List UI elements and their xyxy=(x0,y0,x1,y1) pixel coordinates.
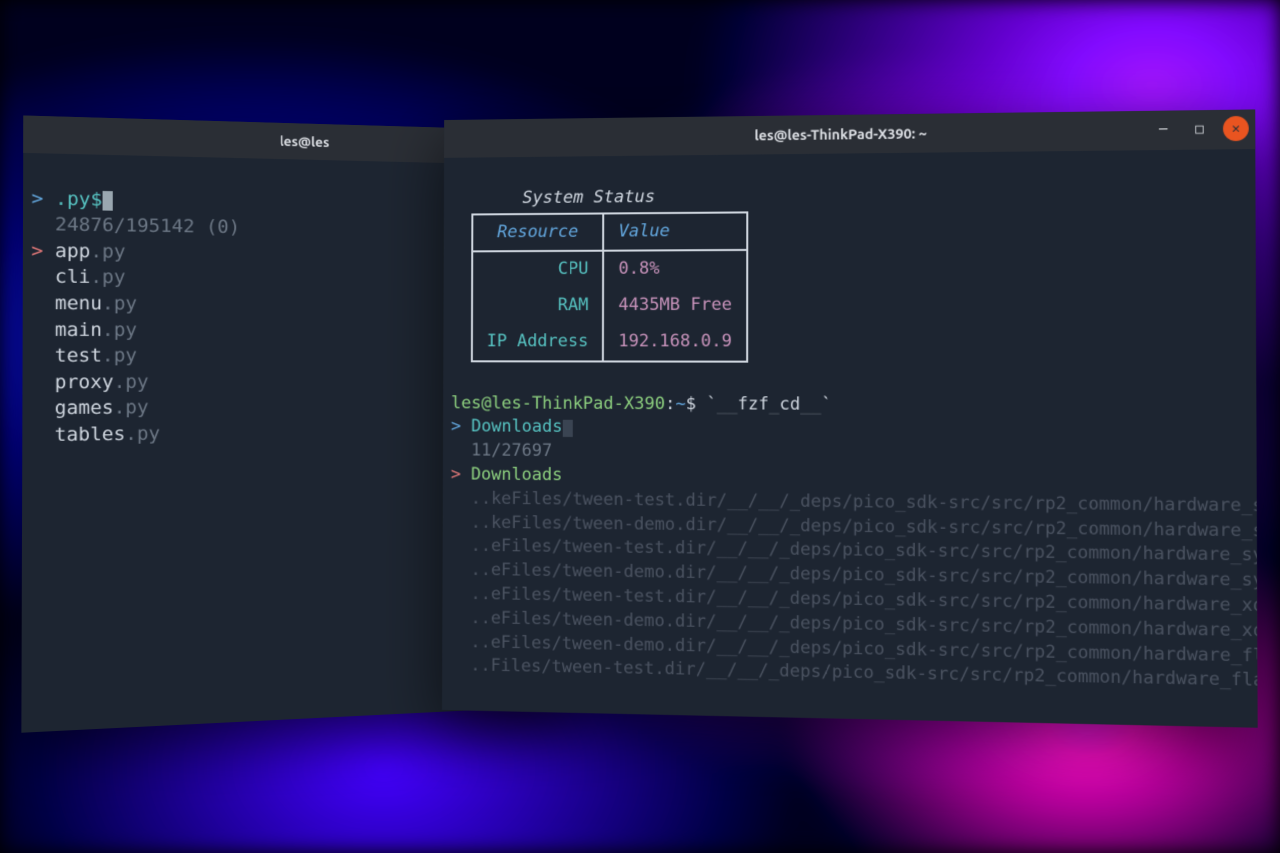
prompt-path: ~ xyxy=(675,394,685,414)
table-header-value: Value xyxy=(604,212,748,251)
window-title: les@les-ThinkPad-X390: ~ xyxy=(444,121,1255,147)
fzf-selected-item[interactable]: Downloads xyxy=(471,464,562,485)
table-row: IP Address 192.168.0.9 xyxy=(472,324,747,361)
resource-value: 4435MB Free xyxy=(603,288,747,324)
resource-value: 0.8% xyxy=(603,250,747,288)
system-status-heading: System Status xyxy=(452,187,655,209)
maximize-button[interactable]: □ xyxy=(1187,116,1213,141)
terminal-body[interactable]: System Status Resource Value CPU 0.8% RA… xyxy=(442,149,1258,751)
text-cursor xyxy=(102,191,112,211)
resource-label: RAM xyxy=(472,288,603,324)
resource-label: CPU xyxy=(472,251,603,288)
prompt-sep: : xyxy=(665,394,675,414)
fzf-prompt-chevron: > xyxy=(451,417,461,437)
fzf-count: 24876/195142 (0) xyxy=(31,213,240,238)
fzf-selected-item[interactable]: app.py xyxy=(55,240,125,262)
system-status-table: Resource Value CPU 0.8% RAM 4435MB Free … xyxy=(471,211,748,362)
desktop-scene: les@les > .py$ 24876/195142 (0) > app.py… xyxy=(0,0,1280,853)
table-row: RAM 4435MB Free xyxy=(472,288,747,325)
window-controls: ─ □ ✕ xyxy=(1150,116,1248,142)
resource-value: 192.168.0.9 xyxy=(603,324,747,361)
terminal-window-right[interactable]: les@les-ThinkPad-X390: ~ ─ □ ✕ System St… xyxy=(442,110,1258,728)
fzf-query-input[interactable]: .py$ xyxy=(55,188,102,210)
prompt-user-host: les@les-ThinkPad-X390 xyxy=(451,393,665,414)
close-button[interactable]: ✕ xyxy=(1223,116,1249,141)
fzf-prompt-chevron: > xyxy=(31,187,43,209)
fzf-count: 11/27697 xyxy=(451,440,552,461)
minimize-button[interactable]: ─ xyxy=(1150,117,1176,142)
text-cursor xyxy=(562,419,572,437)
prompt-command[interactable]: `__fzf_cd__` xyxy=(706,394,831,415)
fzf-selected-chevron: > xyxy=(31,240,43,262)
table-row: CPU 0.8% xyxy=(472,250,747,288)
fzf-selected-chevron: > xyxy=(451,464,461,484)
fzf-query-input[interactable]: Downloads xyxy=(471,417,562,438)
table-header-resource: Resource xyxy=(472,213,603,252)
shell-prompt-line[interactable]: les@les-ThinkPad-X390:~$ `__fzf_cd__` xyxy=(451,393,832,415)
resource-label: IP Address xyxy=(472,324,603,361)
prompt-dollar: $ xyxy=(686,394,696,414)
